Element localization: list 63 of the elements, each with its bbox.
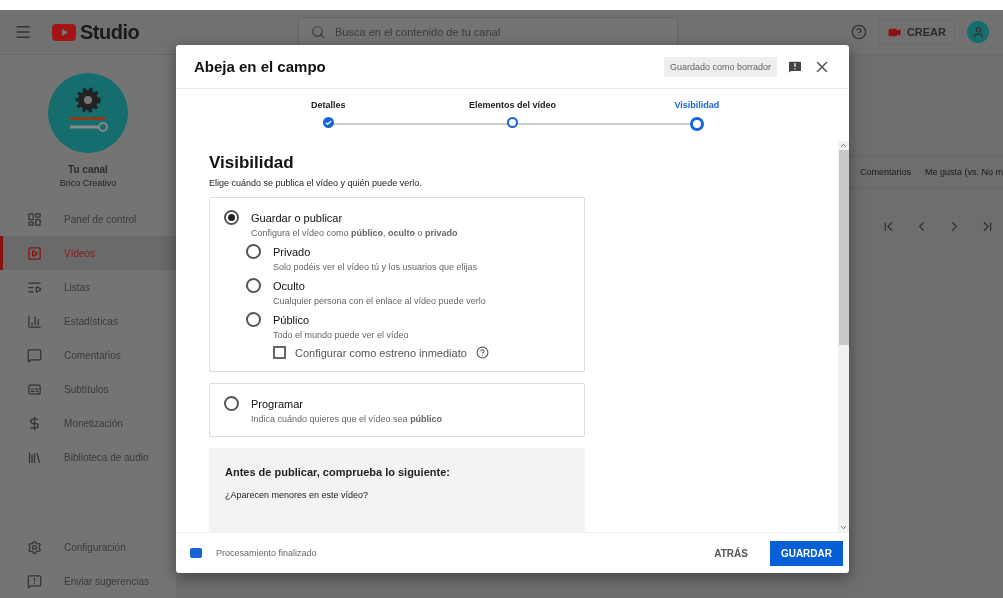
avatar-icon[interactable] [967,21,989,43]
logo-text: Studio [80,20,140,44]
dollar-icon [27,415,42,431]
feedback-icon [27,573,42,589]
scroll-up-icon[interactable] [839,141,848,150]
channel-name: Brico Creativo [59,178,117,188]
menu-icon[interactable] [14,23,32,41]
column-header: Comentarios [859,167,911,177]
processing-status: Procesamiento finalizado [216,548,317,558]
radio-button[interactable] [246,244,261,259]
comment-icon [27,347,42,363]
search-icon [311,25,325,39]
draft-status-badge: Guardado como borrador [663,56,777,77]
sidebar-item[interactable]: Subtítulos [0,372,176,406]
save-button[interactable]: GUARDAR [769,540,843,566]
settings-icon [27,539,42,555]
radio-button[interactable] [224,210,239,225]
checkbox[interactable] [273,346,286,359]
checklist-question: ¿Aparecen menores en este vídeo? [225,490,370,500]
back-button[interactable]: ATRÁS [706,539,756,567]
option-description: Solo podéis ver el vídeo tú y los usuarios que elijas [273,262,479,272]
create-button[interactable]: CREAR [878,19,955,45]
dashboard-icon [27,211,42,227]
step-label[interactable]: Elementos del vídeo [468,100,556,110]
option-label: Guardar o publicar [251,211,344,224]
sidebar-item[interactable]: Comentarios [0,338,176,372]
hd-icon [190,548,202,558]
scroll-down-icon[interactable] [839,523,848,532]
library-icon [27,449,42,465]
video-icon [27,245,42,261]
option-label: Privado [273,245,312,258]
play-logo-icon [52,23,76,41]
checkbox-label: Configurar como estreno inmediato [295,346,467,359]
option-label: Oculto [273,279,306,292]
sidebar-item[interactable]: Estadísticas [0,304,176,338]
option-description: Todo el mundo puede ver el vídeo [273,330,410,340]
playlist-icon [27,279,42,295]
radio-button[interactable] [246,312,261,327]
section-subheading: Elige cuándo se publica el vídeo y quién puede verlo. [209,178,423,188]
sidebar-item[interactable]: Monetización [0,406,176,440]
dialog-title: Abeja en el campo [194,58,326,75]
help-icon[interactable] [475,346,489,359]
feedback-icon[interactable] [787,58,803,75]
step-label[interactable]: Visibilidad [674,100,720,110]
channel-title: Tu canal [68,164,108,175]
sidebar-item[interactable]: Vídeos [0,236,176,270]
sidebar-item[interactable]: Biblioteca de audio [0,440,176,474]
option-description: Indica cuándo quieres que el vídeo sea público [251,414,444,424]
option-description: Cualquier persona con el enlace al vídeo puede verlo [273,296,487,306]
radio-button[interactable] [224,396,239,411]
option-label: Programar [251,397,304,410]
sidebar-item[interactable]: Configuración [0,530,176,564]
captions-icon [27,381,42,397]
option-label: Público [273,313,311,326]
chart-icon [27,313,42,329]
step-label[interactable]: Detalles [310,100,346,110]
scrollbar[interactable] [838,141,849,532]
section-heading: Visibilidad [209,153,295,173]
sidebar-item[interactable]: Panel de control [0,202,176,236]
radio-button[interactable] [246,278,261,293]
checklist-title: Antes de publicar, comprueba lo siguiente: [225,466,451,478]
option-description: Configura el vídeo como público, oculto o privado [251,228,459,238]
column-header: Me gusta (vs. No m [924,167,1003,177]
